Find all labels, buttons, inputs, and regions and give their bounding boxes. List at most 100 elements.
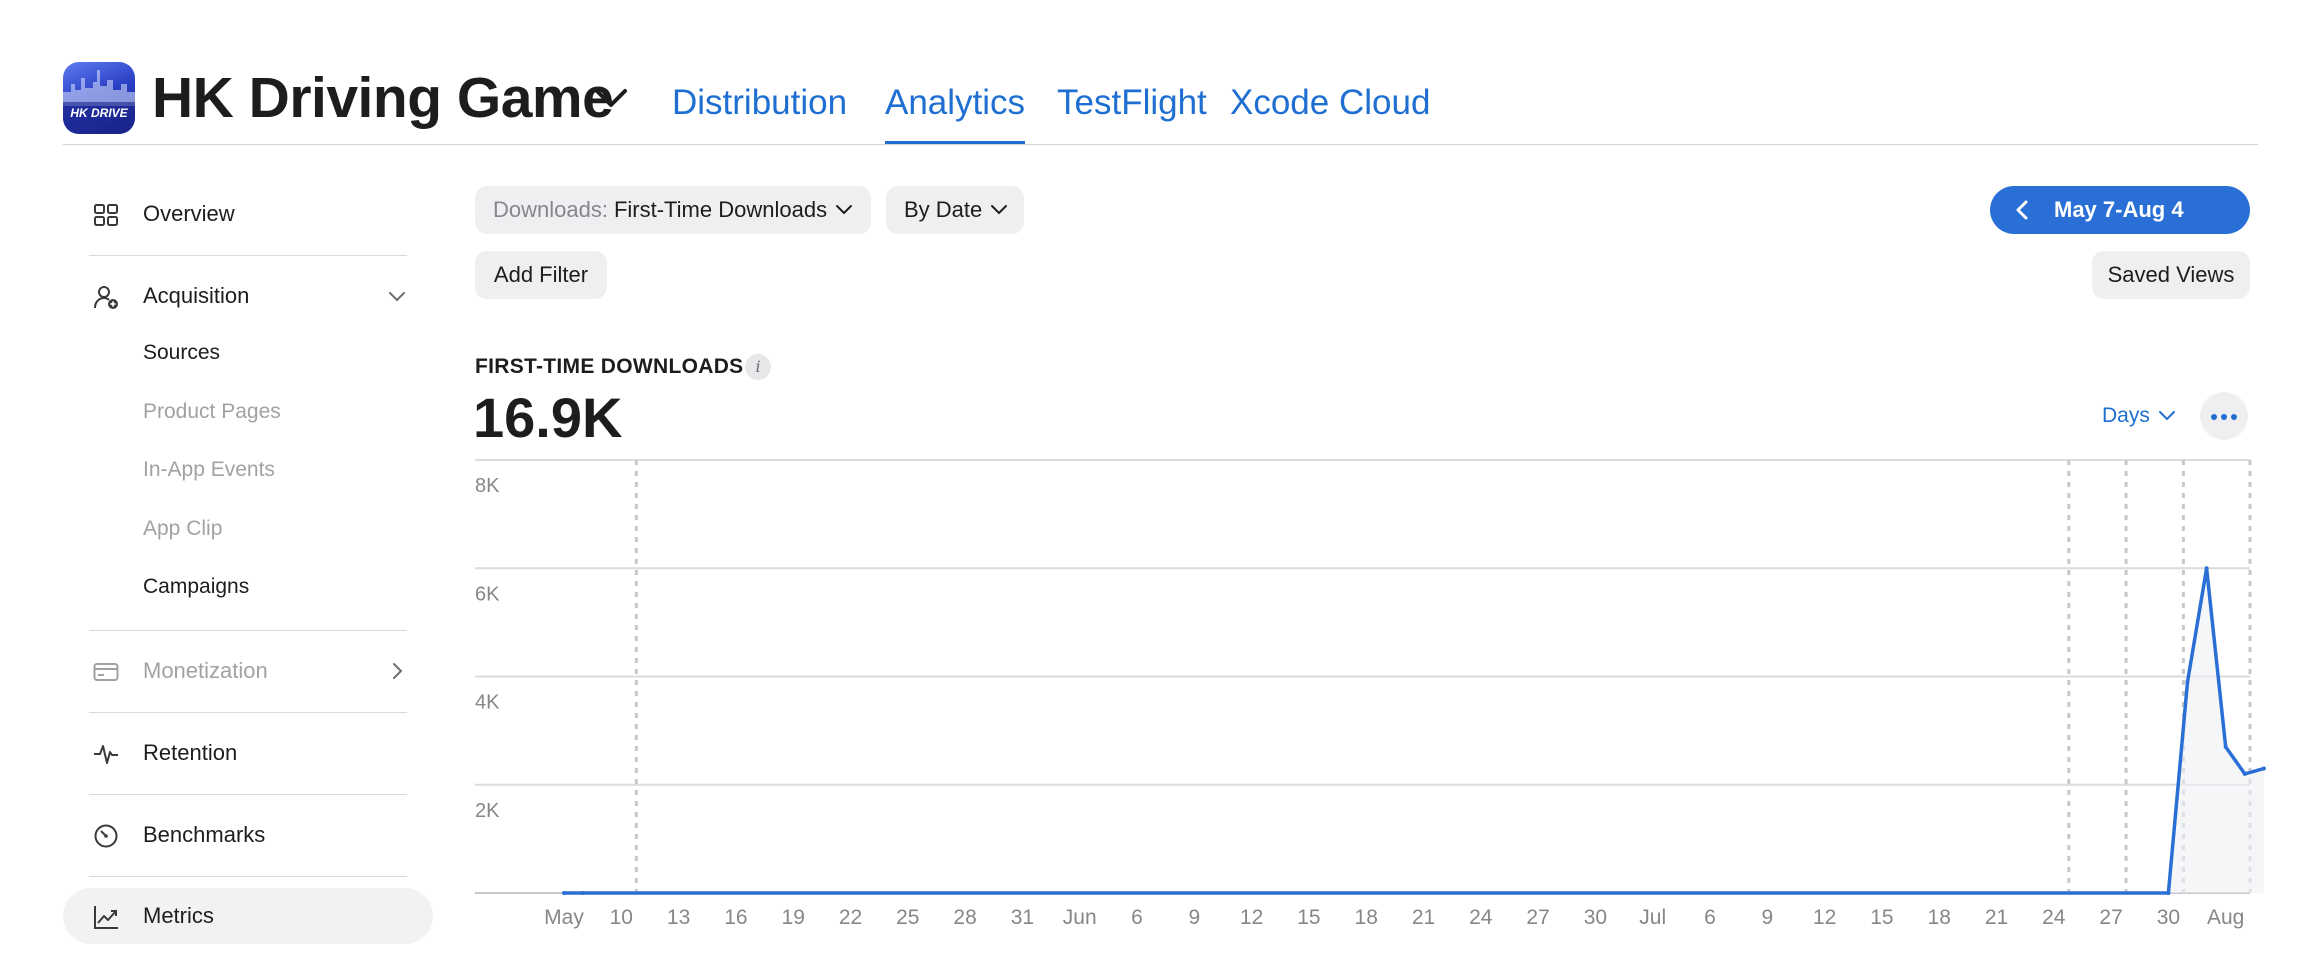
- x-tick-label: 21: [1985, 906, 2008, 929]
- app-title[interactable]: HK Driving Game: [152, 62, 614, 134]
- saved-views-label: Saved Views: [2107, 262, 2235, 287]
- y-tick-label: 4K: [475, 692, 500, 714]
- data-point: [2261, 766, 2266, 771]
- x-tick-label: 12: [1813, 906, 1836, 929]
- add-filter-label: Add Filter: [493, 262, 589, 287]
- sidebar-item-acquisition[interactable]: Acquisition: [63, 268, 433, 324]
- activity-icon: [94, 745, 118, 764]
- series-line: [564, 566, 2265, 895]
- sidebar-subitem-product-pages[interactable]: Product Pages: [143, 400, 281, 424]
- granularity-label: Days: [2102, 404, 2150, 427]
- chevron-left-icon[interactable]: [2012, 198, 2034, 222]
- tab-xcode-cloud[interactable]: Xcode Cloud: [1230, 78, 1430, 128]
- chevron-down-icon: [991, 205, 1008, 215]
- x-tick-label: 18: [1355, 906, 1378, 929]
- x-tick-label: 16: [724, 906, 747, 929]
- tab-analytics[interactable]: Analytics: [885, 78, 1026, 145]
- x-tick-label: 10: [610, 906, 633, 929]
- sidebar-divider: [89, 712, 407, 713]
- date-range-button[interactable]: May 7-Aug 4: [1990, 186, 2250, 234]
- x-tick-label: 24: [2042, 906, 2066, 929]
- more-dot: [2231, 414, 2237, 420]
- x-tick-label: 19: [782, 906, 805, 929]
- measure-dropdown[interactable]: Downloads: First-Time Downloads: [475, 186, 871, 234]
- header-divider: [63, 144, 2258, 145]
- x-tick-label: Jun: [1063, 906, 1097, 929]
- sidebar-item-label: Monetization: [143, 658, 268, 683]
- x-tick-label: 18: [1928, 906, 1951, 929]
- x-tick-label: Jul: [1639, 906, 1666, 929]
- sidebar-subitem-sources[interactable]: Sources: [143, 341, 220, 365]
- x-tick-label: 31: [1011, 906, 1034, 929]
- x-tick-label: 15: [1870, 906, 1893, 929]
- x-tick-label: 12: [1240, 906, 1263, 929]
- data-point: [562, 891, 566, 895]
- x-tick-label: 27: [2099, 906, 2122, 929]
- y-tick-label: 6K: [475, 583, 500, 605]
- sidebar-item-label: Overview: [143, 201, 235, 226]
- more-dot: [2221, 414, 2227, 420]
- sidebar-item-label: Benchmarks: [143, 822, 266, 847]
- data-point: [581, 891, 586, 895]
- sidebar-subitem-app-clip[interactable]: App Clip: [143, 517, 222, 541]
- sidebar-subitem-in-app-events[interactable]: In-App Events: [143, 458, 275, 482]
- chevron-down-icon: [836, 205, 853, 215]
- app-icon-text: HK DRIVE: [70, 106, 128, 120]
- sidebar-divider: [89, 255, 407, 256]
- x-tick-label: 9: [1761, 906, 1773, 929]
- x-tick-label: 15: [1297, 906, 1320, 929]
- sidebar-item-label: Metrics: [143, 903, 214, 928]
- sidebar-item-retention[interactable]: Retention: [63, 725, 433, 781]
- info-icon[interactable]: i: [745, 354, 771, 380]
- person-plus-icon: [94, 286, 118, 309]
- x-tick-label: 24: [1469, 906, 1493, 929]
- tab-testflight[interactable]: TestFlight: [1057, 78, 1207, 128]
- x-tick-label: 30: [2157, 906, 2180, 929]
- more-dot: [2211, 414, 2217, 420]
- x-tick-label: Aug: [2207, 906, 2244, 929]
- sidebar-divider: [89, 876, 407, 877]
- grid-icon: [94, 204, 118, 226]
- sidebar-divider: [89, 630, 407, 631]
- tab-distribution[interactable]: Distribution: [672, 78, 847, 128]
- group-by-dropdown[interactable]: By Date: [886, 186, 1024, 234]
- chevron-right-icon: [393, 663, 403, 679]
- credit-card-icon: [93, 663, 119, 681]
- x-tick-label: 25: [896, 906, 919, 929]
- measure-prefix: Downloads:: [493, 197, 608, 222]
- y-tick-label: 2K: [475, 800, 500, 822]
- chevron-down-icon[interactable]: [593, 86, 629, 110]
- sidebar-item-label: Retention: [143, 740, 238, 765]
- x-tick-label: 22: [839, 906, 862, 929]
- metric-value: 16.9K: [473, 386, 623, 449]
- app-icon-art: HK DRIVE: [63, 70, 135, 134]
- data-point: [2166, 891, 2171, 895]
- y-tick-label: 8K: [475, 475, 500, 497]
- sidebar-item-metrics[interactable]: Metrics: [63, 888, 433, 944]
- data-point: [2204, 566, 2209, 571]
- x-tick-label: 28: [953, 906, 976, 929]
- saved-views-button[interactable]: Saved Views: [2092, 251, 2250, 299]
- data-point: [2223, 744, 2228, 749]
- x-tick-label: May: [544, 906, 584, 929]
- header: HK DRIVE HK Driving Game Distribution An…: [0, 0, 2302, 146]
- sidebar-item-label: Acquisition: [143, 283, 250, 308]
- sidebar-item-overview[interactable]: Overview: [63, 186, 433, 242]
- metric-label: FIRST-TIME DOWNLOADS: [475, 355, 744, 378]
- line-chart-icon: [94, 906, 118, 929]
- x-tick-label: 21: [1412, 906, 1435, 929]
- app-icon[interactable]: HK DRIVE: [63, 62, 135, 134]
- sidebar-item-monetization[interactable]: Monetization: [63, 643, 433, 699]
- x-tick-label: 9: [1188, 906, 1200, 929]
- sidebar-subitem-campaigns[interactable]: Campaigns: [143, 575, 249, 599]
- add-filter-button[interactable]: Add Filter: [475, 251, 607, 299]
- date-range-label: May 7-Aug 4: [2054, 197, 2184, 222]
- sidebar-item-benchmarks[interactable]: Benchmarks: [63, 807, 433, 863]
- sidebar: Overview Acquisition Sources Product Pag…: [63, 170, 433, 960]
- granularity-dropdown[interactable]: Days: [2102, 404, 2176, 428]
- data-point: [2242, 771, 2247, 776]
- group-by-value: By Date: [904, 197, 983, 222]
- gauge-icon: [94, 824, 118, 848]
- chevron-down-icon: [2158, 411, 2175, 421]
- more-options-button[interactable]: [2200, 392, 2248, 440]
